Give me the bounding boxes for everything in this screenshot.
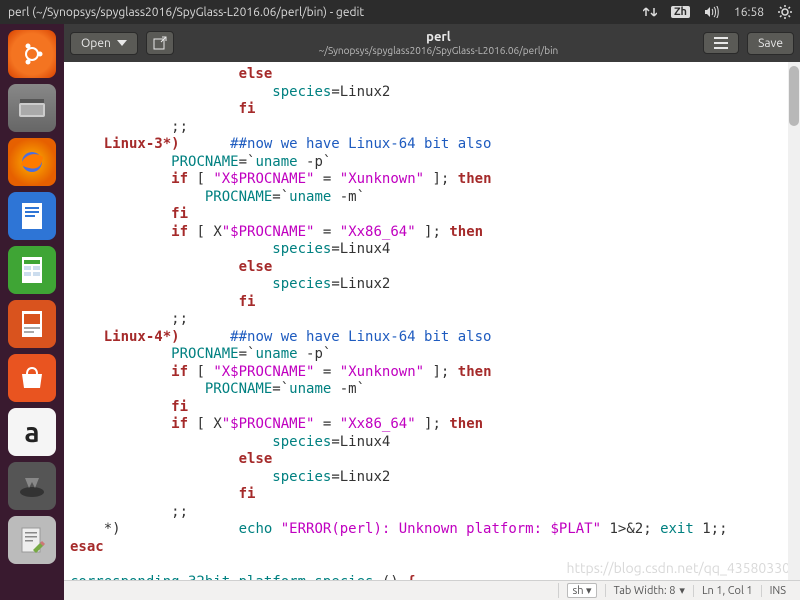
writer-icon[interactable] xyxy=(8,192,56,240)
indicator-area: Zh 16:58 xyxy=(643,5,792,19)
new-tab-button[interactable] xyxy=(146,31,174,55)
gedit-icon[interactable] xyxy=(8,516,56,564)
language-selector[interactable]: sh ▾ xyxy=(558,583,604,598)
new-tab-icon xyxy=(153,36,167,50)
editor-area[interactable]: else species=Linux2 fi ;; Linux-3*) ##no… xyxy=(64,62,800,580)
amazon-glyph: a xyxy=(24,417,39,448)
calc-icon[interactable] xyxy=(8,246,56,294)
tabwidth-selector[interactable]: Tab Width: 8 ▾ xyxy=(605,584,693,597)
save-label: Save xyxy=(758,37,783,50)
hamburger-icon xyxy=(714,37,728,49)
network-icon[interactable] xyxy=(643,5,657,19)
settings-icon[interactable] xyxy=(8,462,56,510)
hamburger-button[interactable] xyxy=(703,32,739,54)
statusbar: sh ▾ Tab Width: 8 ▾ Ln 1, Col 1 INS xyxy=(64,580,800,600)
toolbar: Open perl ~/Synopsys/spyglass2016/SpyGla… xyxy=(64,24,800,62)
chevron-down-icon xyxy=(117,40,127,46)
cursor-position: Ln 1, Col 1 xyxy=(693,585,761,597)
save-button[interactable]: Save xyxy=(747,32,794,55)
amazon-icon[interactable]: a xyxy=(8,408,56,456)
tabwidth-label: Tab Width: 8 xyxy=(614,585,676,597)
watermark: https://blog.csdn.net/qq_43580330 xyxy=(567,560,790,576)
firefox-icon[interactable] xyxy=(8,138,56,186)
software-icon[interactable] xyxy=(8,354,56,402)
impress-icon[interactable] xyxy=(8,300,56,348)
clock[interactable]: 16:58 xyxy=(734,6,764,19)
insert-mode[interactable]: INS xyxy=(761,585,794,597)
dash-icon[interactable] xyxy=(8,30,56,78)
vertical-scrollbar[interactable] xyxy=(788,62,800,580)
sound-icon[interactable] xyxy=(704,6,720,18)
files-icon[interactable] xyxy=(8,84,56,132)
gedit-window: Open perl ~/Synopsys/spyglass2016/SpyGla… xyxy=(64,24,800,600)
launcher-dock: a xyxy=(0,24,64,600)
doc-title: perl xyxy=(182,30,695,44)
open-label: Open xyxy=(81,37,111,50)
language-label: sh xyxy=(572,585,583,597)
ime-indicator[interactable]: Zh xyxy=(671,6,690,18)
title-area: perl ~/Synopsys/spyglass2016/SpyGlass-L2… xyxy=(182,30,695,55)
doc-path: ~/Synopsys/spyglass2016/SpyGlass-L2016.0… xyxy=(182,45,695,56)
code-content[interactable]: else species=Linux2 fi ;; Linux-3*) ##no… xyxy=(64,62,800,580)
top-panel: perl (~/Synopsys/spyglass2016/SpyGlass-L… xyxy=(0,0,800,24)
window-title: perl (~/Synopsys/spyglass2016/SpyGlass-L… xyxy=(8,6,643,19)
scrollbar-thumb[interactable] xyxy=(789,66,799,126)
open-button[interactable]: Open xyxy=(70,32,138,55)
gear-icon[interactable] xyxy=(778,5,792,19)
